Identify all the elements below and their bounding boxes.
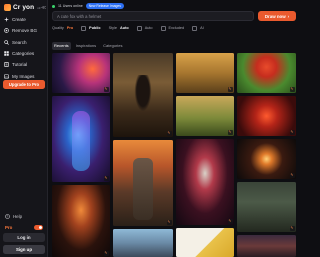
ai-label: AI <box>200 26 204 30</box>
edit-icon[interactable]: ✎ <box>166 130 172 136</box>
tab-recents[interactable]: Recents <box>52 41 71 50</box>
chevron-right-icon: › <box>287 13 290 19</box>
edit-icon[interactable]: ✎ <box>289 225 295 231</box>
sidebar-item-label: Remove BG <box>12 28 38 34</box>
sidebar-item-tutorial[interactable]: Tutorial <box>3 59 45 70</box>
public-checkbox[interactable] <box>81 25 87 31</box>
pro-plan-row: Pro <box>3 224 45 231</box>
edit-icon[interactable]: ✎ <box>289 86 295 92</box>
edit-icon[interactable]: ✎ <box>166 219 172 225</box>
image-icon <box>4 74 9 79</box>
edit-icon[interactable]: ✎ <box>227 129 233 135</box>
pro-toggle[interactable] <box>34 225 43 230</box>
generation-options: Quality Pro Public Style Auto Auto Exclu… <box>52 25 204 31</box>
sidebar-item-label: My Images <box>12 73 35 79</box>
sparkle-icon <box>4 17 9 23</box>
ai-checkbox[interactable] <box>192 25 198 31</box>
prompt-field[interactable] <box>52 11 254 21</box>
users-online-text: 11 Users online <box>58 4 83 8</box>
edit-icon[interactable]: ✎ <box>227 86 233 92</box>
tile-skeleton-rider[interactable]: ✎ <box>113 53 173 137</box>
quality-value[interactable]: Pro <box>67 26 73 30</box>
gallery-tabs: Recents Inspirations Categories <box>52 41 125 50</box>
login-button[interactable]: Log in <box>3 233 45 242</box>
auto-label: Auto <box>144 26 153 30</box>
signup-button[interactable]: Sign up <box>3 245 45 254</box>
top-bar: 11 Users online New Release Images <box>52 2 296 10</box>
tile-armored-knight[interactable]: ✎ <box>237 182 296 232</box>
book-icon <box>4 62 9 68</box>
upgrade-to-pro-button[interactable]: Upgrade to Pro <box>3 80 45 89</box>
excluded-label: Excluded <box>168 26 185 30</box>
sidebar-item-categories[interactable]: Categories <box>3 48 45 59</box>
tile-sky-portrait[interactable] <box>113 229 173 257</box>
edit-icon[interactable]: ✎ <box>227 218 233 224</box>
tile-cyber-warrior[interactable]: ✎ <box>52 96 110 182</box>
sidebar-item-search[interactable]: Search <box>3 37 45 48</box>
tile-skull-costume[interactable]: ✎ <box>52 185 110 257</box>
app-version: v3 <box>37 5 41 10</box>
tile-red-dancer[interactable]: ✎ <box>237 53 296 93</box>
new-release-badge[interactable]: New Release Images <box>85 3 124 9</box>
app-logo[interactable]: Cr yon v3 <box>4 4 40 11</box>
help-icon: ? <box>5 214 10 219</box>
style-label: Style <box>108 26 118 30</box>
sidebar-item-label: Search <box>12 39 27 45</box>
excluded-checkbox[interactable] <box>160 25 166 31</box>
tile-calavera-queen[interactable]: ✎ <box>176 139 234 225</box>
edit-icon[interactable]: ✎ <box>103 175 109 181</box>
tab-inspirations[interactable]: Inspirations <box>74 42 98 50</box>
tile-flower-portrait[interactable]: ✎ <box>237 96 296 136</box>
sidebar: Cr yon v3 ≪ Create Remove BG Search Cate… <box>0 0 48 257</box>
tile-gold-arrow[interactable] <box>176 228 234 257</box>
remove-bg-icon <box>4 28 9 34</box>
tile-autumn-dog[interactable]: ✎ <box>176 96 234 136</box>
draw-now-button[interactable]: Draw now › <box>258 11 296 21</box>
quality-label: Quality <box>52 26 64 30</box>
prompt-input[interactable] <box>57 13 253 19</box>
tile-knight-sunset[interactable]: ✎ <box>113 140 173 226</box>
tile-fireworks[interactable]: ✎ <box>237 139 296 179</box>
online-status-icon <box>52 4 55 8</box>
draw-now-label: Draw now <box>264 13 286 19</box>
style-value[interactable]: Auto <box>120 26 129 30</box>
tile-tropical-village[interactable]: ✎ <box>176 53 234 93</box>
sidebar-item-label: Categories <box>12 51 35 57</box>
auto-checkbox[interactable] <box>136 25 142 31</box>
visibility-value[interactable]: Public <box>89 26 100 30</box>
collapse-sidebar-icon[interactable]: ≪ <box>41 5 46 11</box>
logo-mark-icon <box>4 4 11 11</box>
grid-icon <box>4 51 9 56</box>
help-label: Help <box>13 214 23 219</box>
tile-neon-city[interactable]: ✎ <box>52 53 110 93</box>
plan-badge: Pro <box>5 225 13 230</box>
sidebar-item-label: Tutorial <box>12 62 28 68</box>
edit-icon[interactable]: ✎ <box>289 172 295 178</box>
tile-pagoda-crowd[interactable] <box>237 235 296 257</box>
help-link[interactable]: ? Help <box>5 214 22 219</box>
sidebar-item-label: Create <box>12 17 26 23</box>
sidebar-item-create[interactable]: Create <box>3 14 45 25</box>
image-gallery: ✎ ✎ ✎ ✎ ✎ ✎ ✎ ✎ ✎ ✎ ✎ ✎ <box>52 53 296 257</box>
app-name: Cr yon <box>13 4 35 11</box>
sidebar-item-remove-bg[interactable]: Remove BG <box>3 25 45 36</box>
edit-icon[interactable]: ✎ <box>289 129 295 135</box>
edit-icon[interactable]: ✎ <box>103 250 109 256</box>
search-icon <box>4 40 9 45</box>
sidebar-nav: Create Remove BG Search Categories Tutor… <box>3 14 45 82</box>
tab-categories[interactable]: Categories <box>101 42 124 50</box>
edit-icon[interactable]: ✎ <box>103 86 109 92</box>
